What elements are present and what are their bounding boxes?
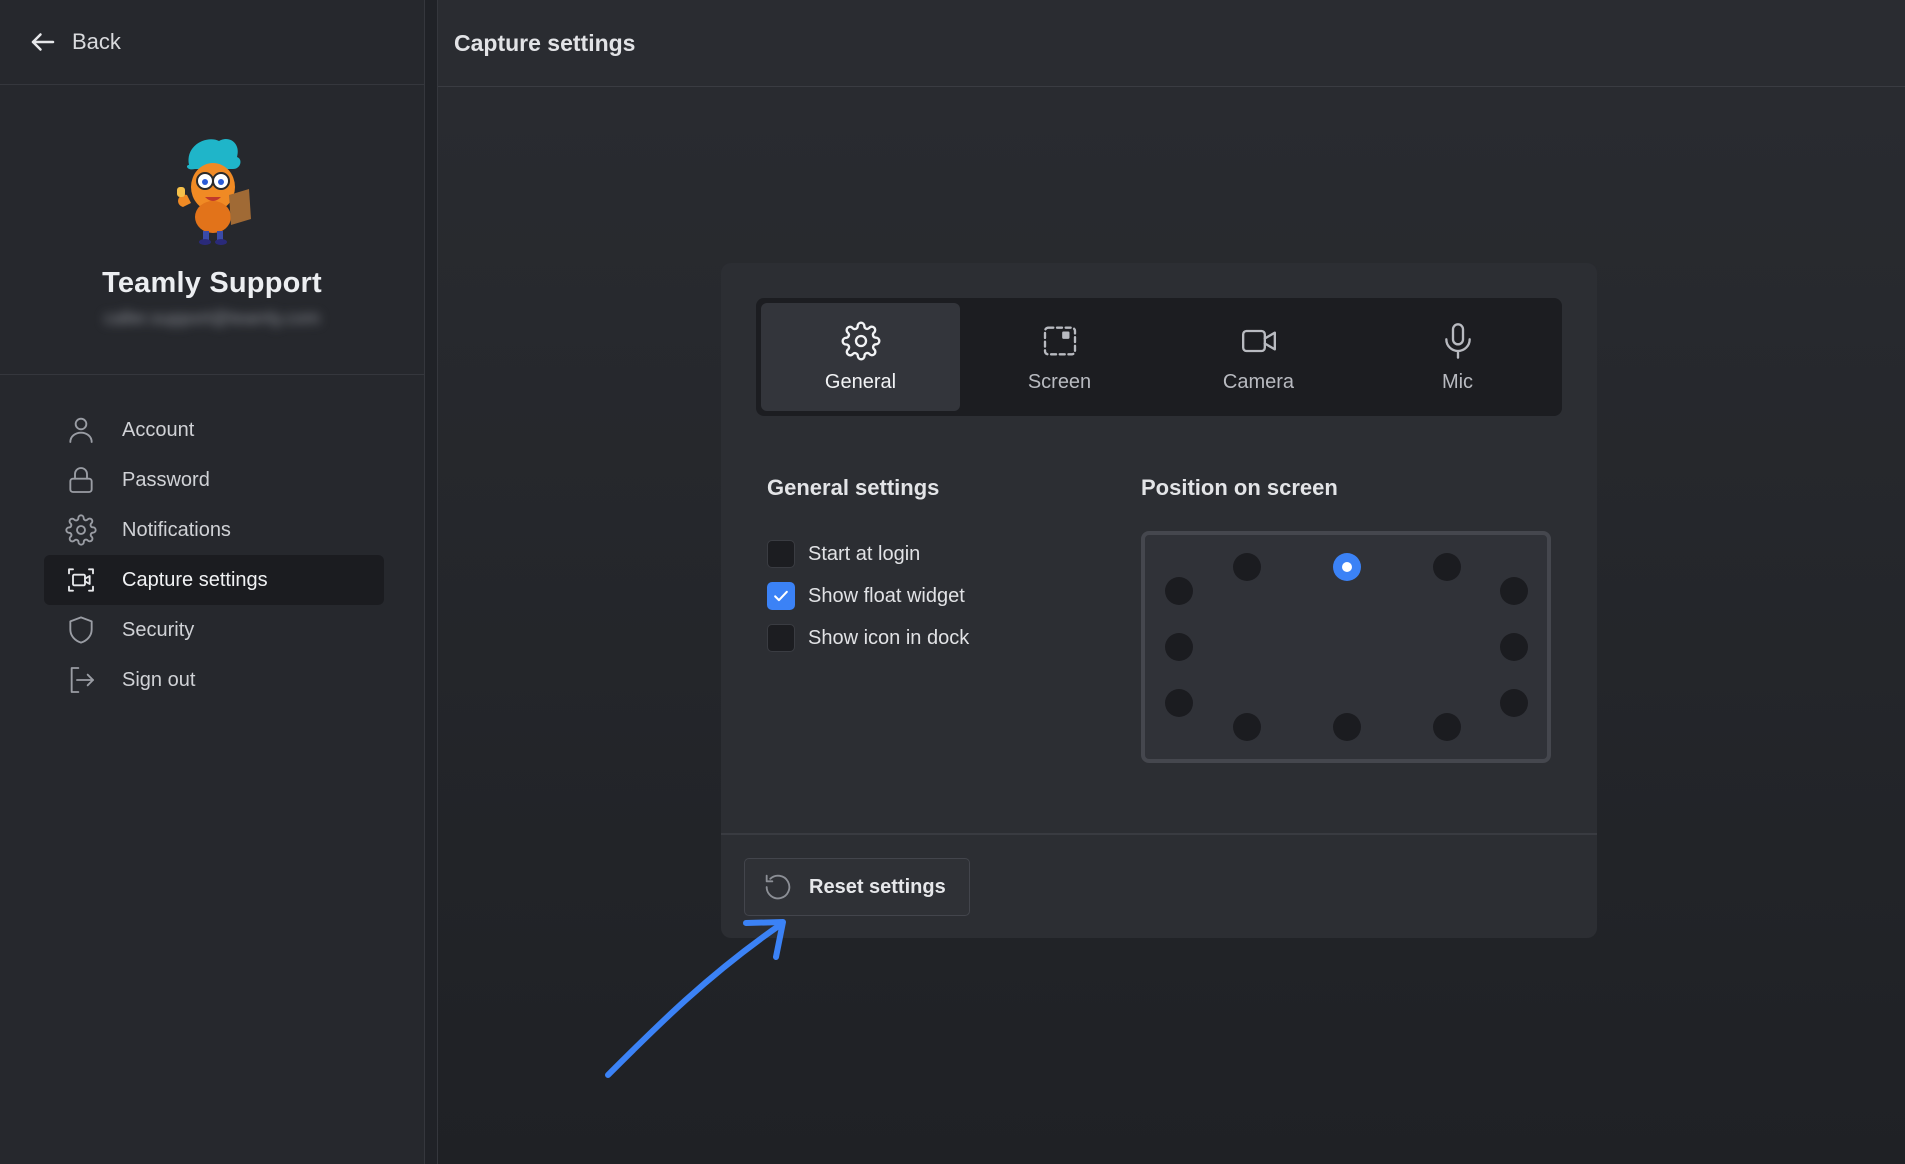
app-window: Back Teamly Support caller.support@teaml… [0,0,1905,1164]
checkbox[interactable] [767,624,795,652]
option-start-at-login[interactable]: Start at login [767,533,969,575]
option-label: Start at login [808,542,921,565]
position-dot-left-top[interactable] [1165,577,1193,605]
avatar [177,138,251,245]
sidebar-item-password[interactable]: Password [44,455,384,505]
position-dot-top-left[interactable] [1233,553,1261,581]
profile-name: Teamly Support [102,267,322,299]
sidebar-item-security[interactable]: Security [44,605,384,655]
position-dot-left-bottom[interactable] [1165,689,1193,717]
checkmark-icon [774,590,788,602]
lock-icon [64,463,98,497]
main-content: Capture settings General Screen Camera M… [437,0,1905,1164]
tab-label: General [824,370,897,393]
reset-label: Reset settings [809,875,946,898]
gear-icon [64,513,98,547]
sidebar-item-label: Account [122,418,195,441]
back-button[interactable]: Back [0,0,424,85]
arrow-left-icon [31,33,55,51]
capture-tabs: General Screen Camera Mic [756,298,1562,416]
gear-icon [841,321,880,360]
annotation-arrow [605,919,786,1078]
tab-general[interactable]: General [761,303,960,411]
sidebar-item-sign-out[interactable]: Sign out [44,655,384,705]
divider [721,833,1597,835]
tab-label: Screen [1027,370,1092,393]
sidebar: Back Teamly Support caller.support@teaml… [0,0,425,1164]
position-picker [1141,531,1551,763]
capture-icon [64,563,98,597]
position-dot-bottom-center[interactable] [1333,713,1361,741]
tab-label: Mic [1441,370,1474,393]
tab-camera[interactable]: Camera [1159,303,1358,411]
profile-card: Teamly Support caller.support@teamly.com [0,85,424,375]
checkbox[interactable] [767,540,795,568]
back-label: Back [72,29,121,54]
camera-icon [1241,329,1276,352]
sidebar-item-label: Security [122,618,195,641]
tab-screen[interactable]: Screen [960,303,1159,411]
position-dot-top-right[interactable] [1433,553,1461,581]
general-options: Start at login Show float widget Show ic… [767,533,969,659]
page-title: Capture settings [454,29,636,56]
user-icon [64,413,98,447]
checkbox[interactable] [767,582,795,610]
position-dot-right-bottom[interactable] [1500,689,1528,717]
general-settings-title: General settings [767,475,940,500]
reset-icon [765,874,791,900]
sidebar-item-capture-settings[interactable]: Capture settings [44,555,384,605]
sidebar-item-label: Notifications [122,518,231,541]
option-show-float-widget[interactable]: Show float widget [767,575,969,617]
position-dot-right-middle[interactable] [1500,633,1528,661]
screen-select-icon [1043,326,1076,355]
option-label: Show icon in dock [808,626,970,649]
tab-label: Camera [1222,370,1295,393]
header: Capture settings [438,0,1905,87]
microphone-icon [1444,322,1471,359]
sidebar-item-notifications[interactable]: Notifications [44,505,384,555]
position-title: Position on screen [1141,475,1338,500]
option-show-icon-in-dock[interactable]: Show icon in dock [767,617,969,659]
option-label: Show float widget [808,584,965,607]
settings-nav: Account Password Notifications Capture s… [0,375,424,705]
capture-settings-card: General Screen Camera Mic General settin… [721,263,1597,938]
position-dot-bottom-right[interactable] [1433,713,1461,741]
sign-out-icon [64,663,98,697]
sidebar-item-label: Sign out [122,668,196,691]
tab-mic[interactable]: Mic [1358,303,1557,411]
sidebar-item-account[interactable]: Account [44,405,384,455]
sidebar-item-label: Password [122,468,210,491]
position-dot-top-center[interactable] [1333,553,1361,581]
position-dot-left-middle[interactable] [1165,633,1193,661]
position-dot-right-top[interactable] [1500,577,1528,605]
sidebar-item-label: Capture settings [122,568,268,591]
profile-email: caller.support@teamly.com [103,308,321,328]
position-dot-bottom-left[interactable] [1233,713,1261,741]
shield-icon [64,613,98,647]
